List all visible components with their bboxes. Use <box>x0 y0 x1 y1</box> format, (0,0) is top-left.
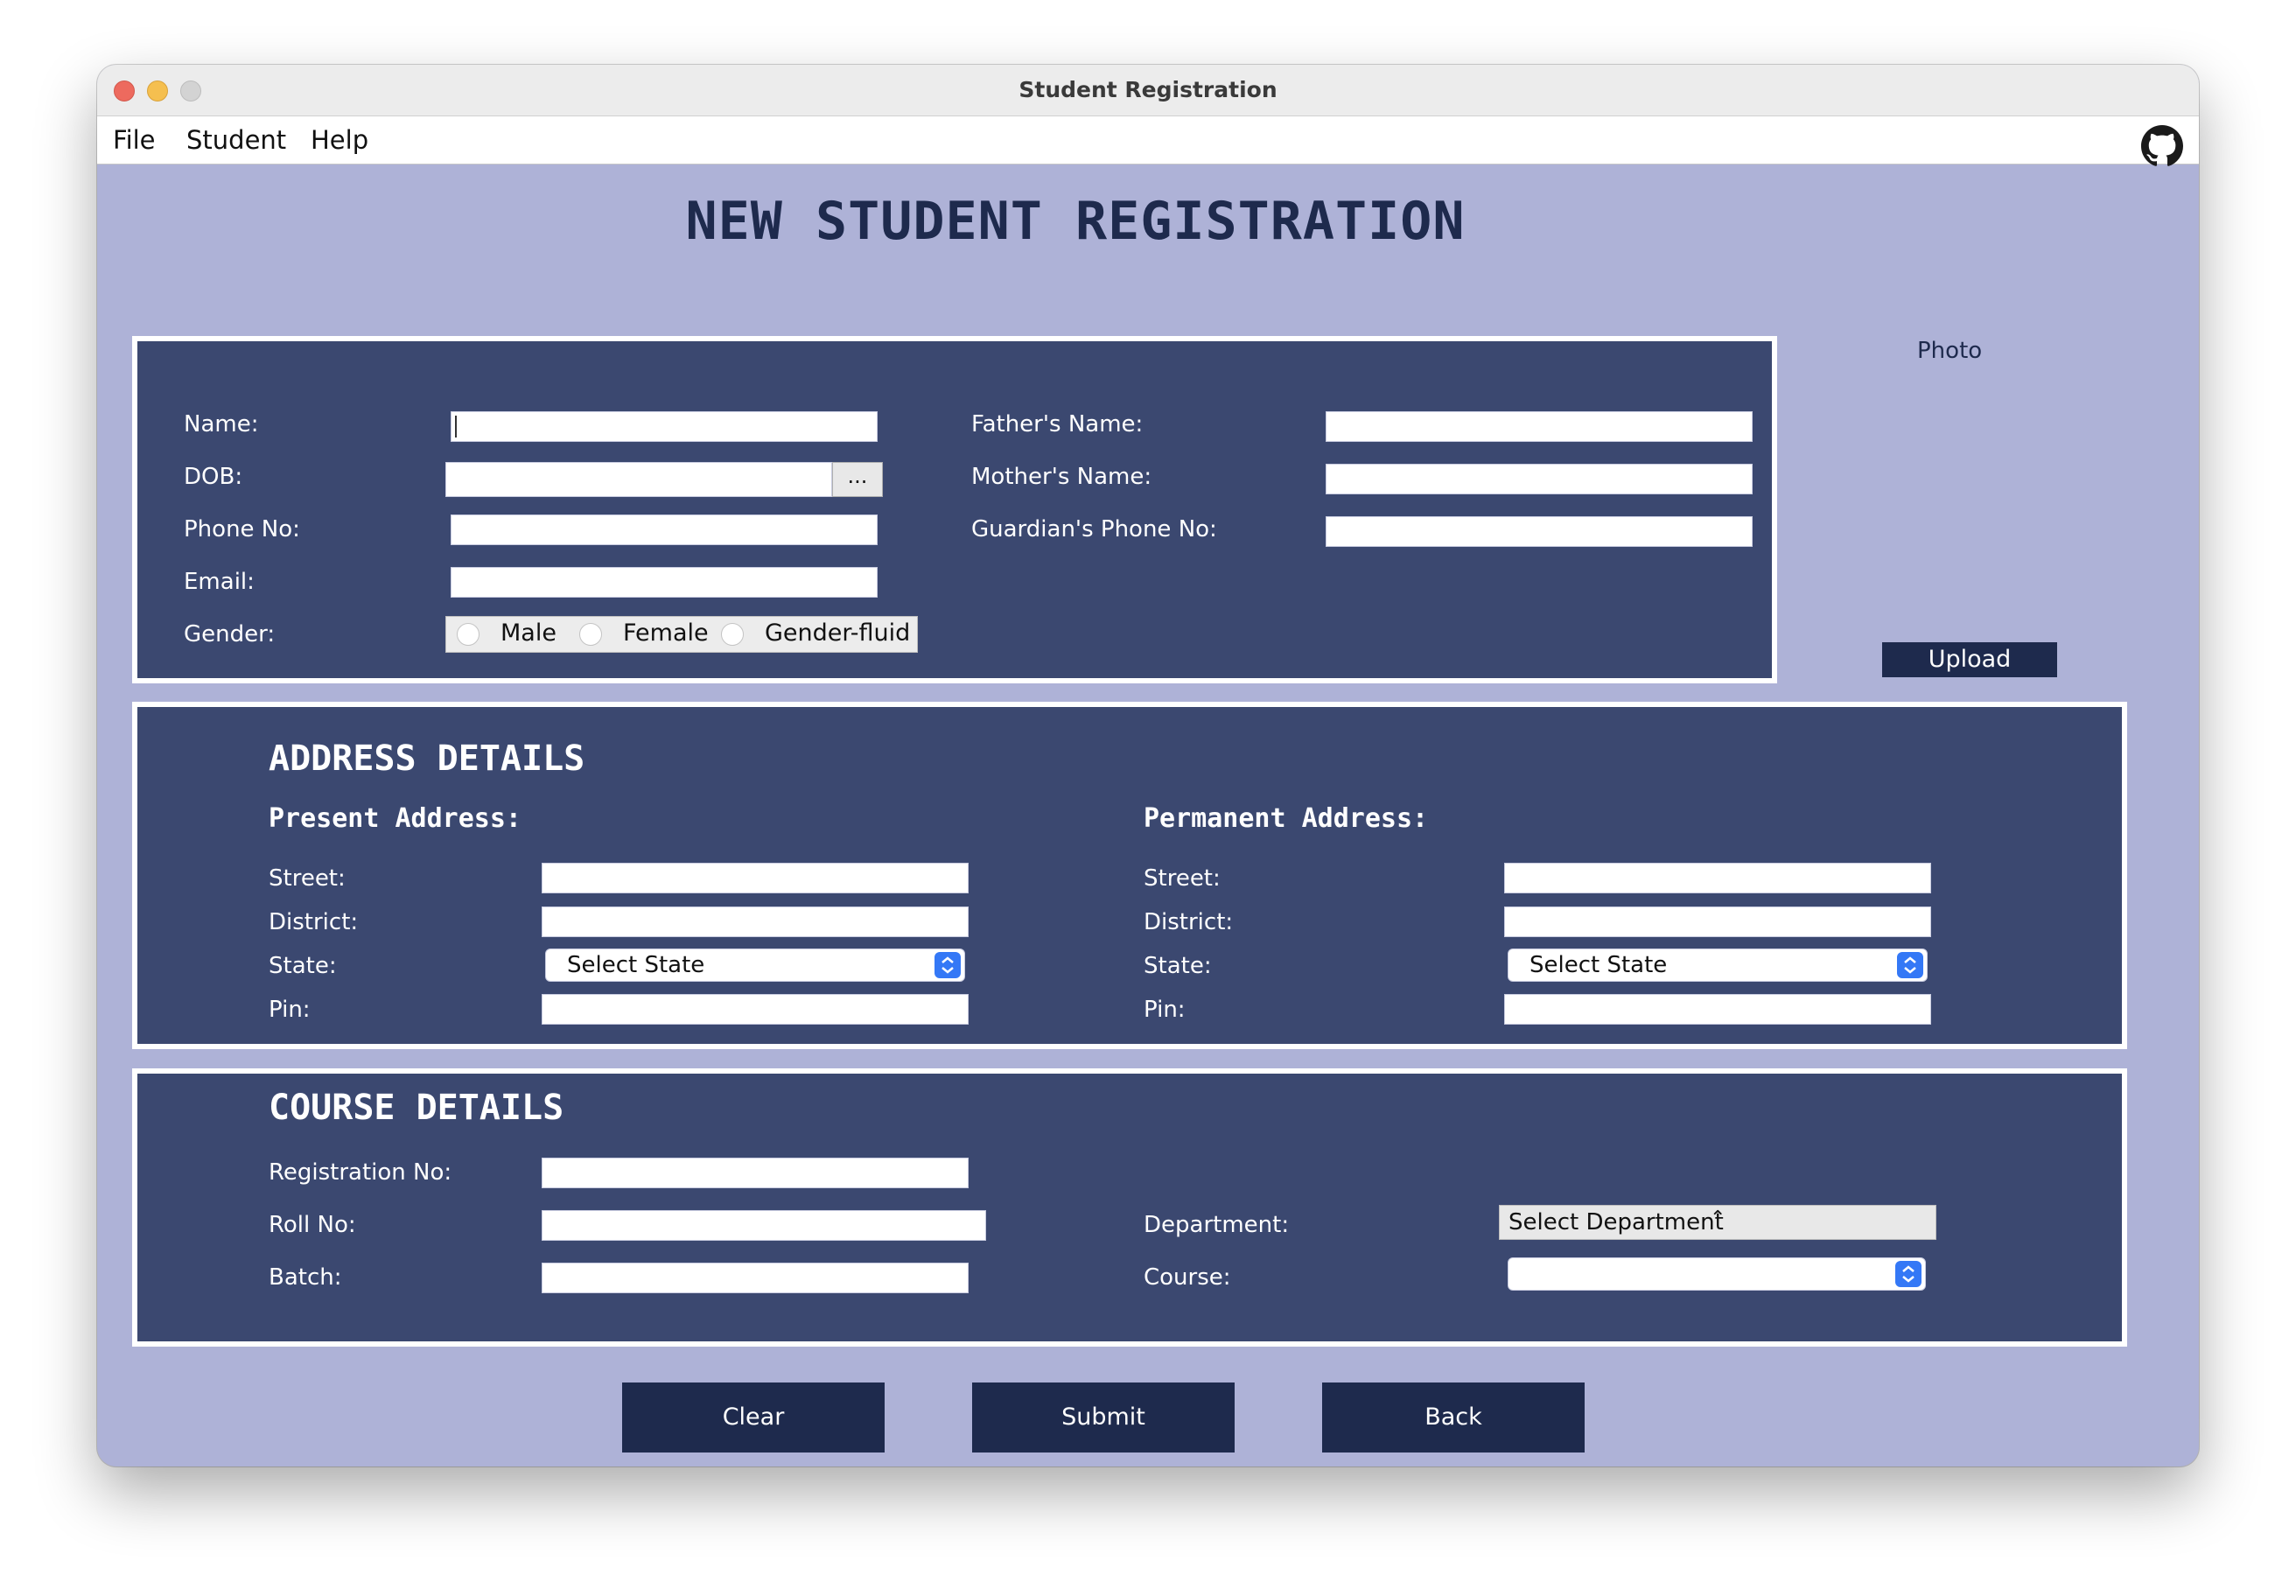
gender-male-radio[interactable] <box>457 623 480 646</box>
clear-button[interactable]: Clear <box>622 1382 885 1452</box>
present-street-input[interactable] <box>542 863 969 893</box>
updown-chevron-icon <box>1897 952 1923 978</box>
mother-name-input[interactable] <box>1326 464 1753 494</box>
back-button[interactable]: Back <box>1322 1382 1585 1452</box>
present-district-input[interactable] <box>542 906 969 937</box>
course-section-title: COURSE DETAILS <box>269 1088 564 1128</box>
present-pin-label: Pin: <box>269 997 311 1023</box>
permanent-street-label: Street: <box>1144 865 1221 892</box>
department-label: Department: <box>1144 1212 1290 1238</box>
permanent-street-input[interactable] <box>1504 863 1931 893</box>
name-input[interactable] <box>451 411 878 442</box>
address-section-title: ADDRESS DETAILS <box>269 738 585 779</box>
department-value: Select Department <box>1508 1209 1724 1236</box>
updown-chevron-icon: ⌃ <box>1710 1208 1726 1229</box>
present-state-select[interactable]: Select State <box>545 948 965 982</box>
email-label: Email: <box>184 569 255 595</box>
roll-no-input[interactable] <box>542 1210 986 1241</box>
dob-picker-button[interactable]: ... <box>832 462 883 497</box>
upload-button[interactable]: Upload <box>1882 642 2057 677</box>
present-address-title: Present Address: <box>269 803 522 834</box>
gender-label: Gender: <box>184 621 276 648</box>
name-label: Name: <box>184 411 259 438</box>
roll-no-label: Roll No: <box>269 1212 356 1238</box>
photo-label: Photo <box>1917 338 1983 364</box>
github-icon[interactable] <box>2141 125 2183 167</box>
menu-help[interactable]: Help <box>311 125 368 155</box>
phone-label: Phone No: <box>184 516 300 542</box>
gender-female-radio[interactable] <box>579 623 602 646</box>
father-name-label: Father's Name: <box>971 411 1144 438</box>
gender-male-label[interactable]: Male <box>500 620 556 647</box>
course-select[interactable] <box>1508 1257 1926 1291</box>
submit-button[interactable]: Submit <box>972 1382 1235 1452</box>
permanent-state-value: Select State <box>1530 952 1668 978</box>
gender-fluid-label[interactable]: Gender-fluid <box>765 620 910 647</box>
mother-name-label: Mother's Name: <box>971 464 1152 490</box>
registration-no-label: Registration No: <box>269 1159 452 1186</box>
email-input[interactable] <box>451 567 878 598</box>
dob-label: DOB: <box>184 464 243 490</box>
title-bar: Student Registration <box>97 65 2199 116</box>
batch-label: Batch: <box>269 1264 342 1291</box>
batch-input[interactable] <box>542 1263 969 1293</box>
present-state-label: State: <box>269 953 337 979</box>
gender-female-label[interactable]: Female <box>623 620 709 647</box>
content-area: NEW STUDENT REGISTRATION Name: DOB: ... … <box>97 164 2199 1466</box>
course-details-panel: COURSE DETAILS Registration No: Roll No:… <box>132 1068 2127 1347</box>
address-details-panel: ADDRESS DETAILS Present Address: Street:… <box>132 702 2127 1049</box>
window-title: Student Registration <box>1018 77 1278 102</box>
menu-student[interactable]: Student <box>186 125 286 155</box>
app-window: Student Registration File Student Help N… <box>97 65 2199 1466</box>
guardian-phone-input[interactable] <box>1326 516 1753 547</box>
permanent-district-input[interactable] <box>1504 906 1931 937</box>
dob-input[interactable] <box>445 462 832 497</box>
present-state-value: Select State <box>567 952 705 978</box>
gender-radio-group: Male Female Gender-fluid <box>445 616 918 653</box>
gender-fluid-radio[interactable] <box>721 623 744 646</box>
permanent-pin-input[interactable] <box>1504 994 1931 1025</box>
text-cursor <box>455 416 457 438</box>
guardian-phone-label: Guardian's Phone No: <box>971 516 1217 542</box>
permanent-state-select[interactable]: Select State <box>1508 948 1928 982</box>
permanent-district-label: District: <box>1144 909 1234 935</box>
ellipsis-icon: ... <box>847 464 868 488</box>
present-street-label: Street: <box>269 865 346 892</box>
menu-file[interactable]: File <box>113 125 156 155</box>
department-select[interactable]: Select Department ⌃ <box>1499 1205 1936 1240</box>
menu-bar: File Student Help <box>97 116 2199 167</box>
present-pin-input[interactable] <box>542 994 969 1025</box>
course-label: Course: <box>1144 1264 1231 1291</box>
updown-chevron-icon <box>1895 1261 1922 1287</box>
father-name-input[interactable] <box>1326 411 1753 442</box>
phone-input[interactable] <box>451 514 878 545</box>
personal-details-panel: Name: DOB: ... Phone No: Email: Gender: … <box>132 336 1777 683</box>
permanent-address-title: Permanent Address: <box>1144 803 1429 834</box>
registration-no-input[interactable] <box>542 1158 969 1188</box>
permanent-state-label: State: <box>1144 953 1212 979</box>
present-district-label: District: <box>269 909 359 935</box>
page-title: NEW STUDENT REGISTRATION <box>685 191 1466 252</box>
updown-chevron-icon <box>934 952 961 978</box>
permanent-pin-label: Pin: <box>1144 997 1186 1023</box>
